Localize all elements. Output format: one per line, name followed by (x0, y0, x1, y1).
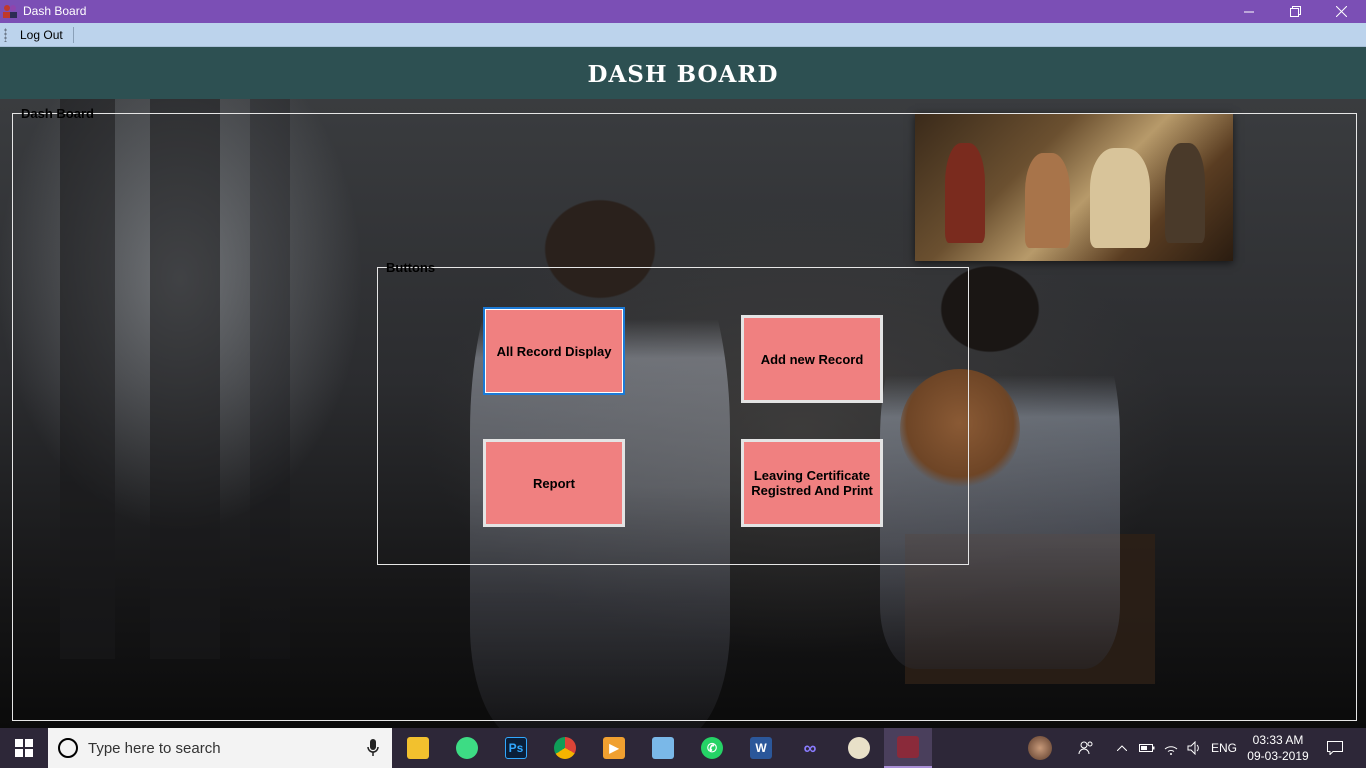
title-bar: Dash Board (0, 0, 1366, 23)
wifi-icon[interactable] (1160, 728, 1182, 768)
minimize-button[interactable] (1226, 0, 1272, 23)
windows-icon (15, 739, 33, 757)
logout-menu-item[interactable]: Log Out (14, 26, 69, 44)
close-button[interactable] (1318, 0, 1364, 23)
people-tray-icon[interactable] (1074, 728, 1098, 768)
user-avatar-icon[interactable] (1026, 728, 1054, 768)
word-icon[interactable]: W (737, 728, 785, 768)
whatsapp-icon[interactable]: ✆ (688, 728, 736, 768)
infinity-app-icon[interactable]: ∞ (786, 728, 834, 768)
chrome-icon[interactable] (541, 728, 589, 768)
taskbar: Type here to search Ps ▶ ✆ W ∞ ENG 03:33… (0, 728, 1366, 768)
restore-icon (1289, 6, 1301, 17)
media-player-icon[interactable]: ▶ (590, 728, 638, 768)
people-icon (3, 5, 17, 18)
leaving-certificate-button[interactable]: Leaving Certificate Registred And Print (741, 439, 883, 527)
menu-bar: Log Out (0, 23, 1366, 47)
battery-icon[interactable] (1136, 728, 1158, 768)
notification-icon[interactable] (1320, 728, 1350, 768)
clock-time: 03:33 AM (1252, 733, 1304, 747)
taskbar-search-box[interactable]: Type here to search (48, 728, 392, 768)
dashboard-app-icon[interactable] (884, 728, 932, 768)
menu-separator (73, 27, 74, 43)
volume-icon[interactable] (1184, 728, 1206, 768)
paint-icon[interactable] (835, 728, 883, 768)
3d-box-icon[interactable] (639, 728, 687, 768)
add-new-record-button[interactable]: Add new Record (741, 315, 883, 403)
menu-grip[interactable] (4, 28, 7, 42)
page-title: DASH BOARD (587, 61, 779, 88)
taskbar-clock[interactable]: 03:33 AM 09-03-2019 (1240, 732, 1316, 764)
clock-date: 09-03-2019 (1247, 749, 1309, 763)
file-explorer-icon[interactable] (394, 728, 442, 768)
report-button[interactable]: Report (483, 439, 625, 527)
microphone-icon[interactable] (366, 738, 380, 758)
photoshop-icon[interactable]: Ps (492, 728, 540, 768)
search-placeholder: Type here to search (88, 740, 221, 757)
android-studio-icon[interactable] (443, 728, 491, 768)
header-banner: DASH BOARD (0, 47, 1366, 99)
window-title: Dash Board (23, 4, 87, 18)
close-icon (1335, 6, 1347, 17)
dashboard-groupbox-label: Dash Board (21, 106, 94, 121)
chevron-up-icon[interactable] (1112, 728, 1132, 768)
minimize-icon (1244, 11, 1254, 12)
buttons-groupbox-label: Buttons (386, 260, 436, 275)
cortana-icon (58, 738, 78, 758)
restore-button[interactable] (1272, 0, 1318, 23)
all-record-display-button[interactable]: All Record Display (483, 307, 625, 395)
language-indicator[interactable]: ENG (1208, 728, 1240, 768)
start-button[interactable] (0, 728, 48, 768)
